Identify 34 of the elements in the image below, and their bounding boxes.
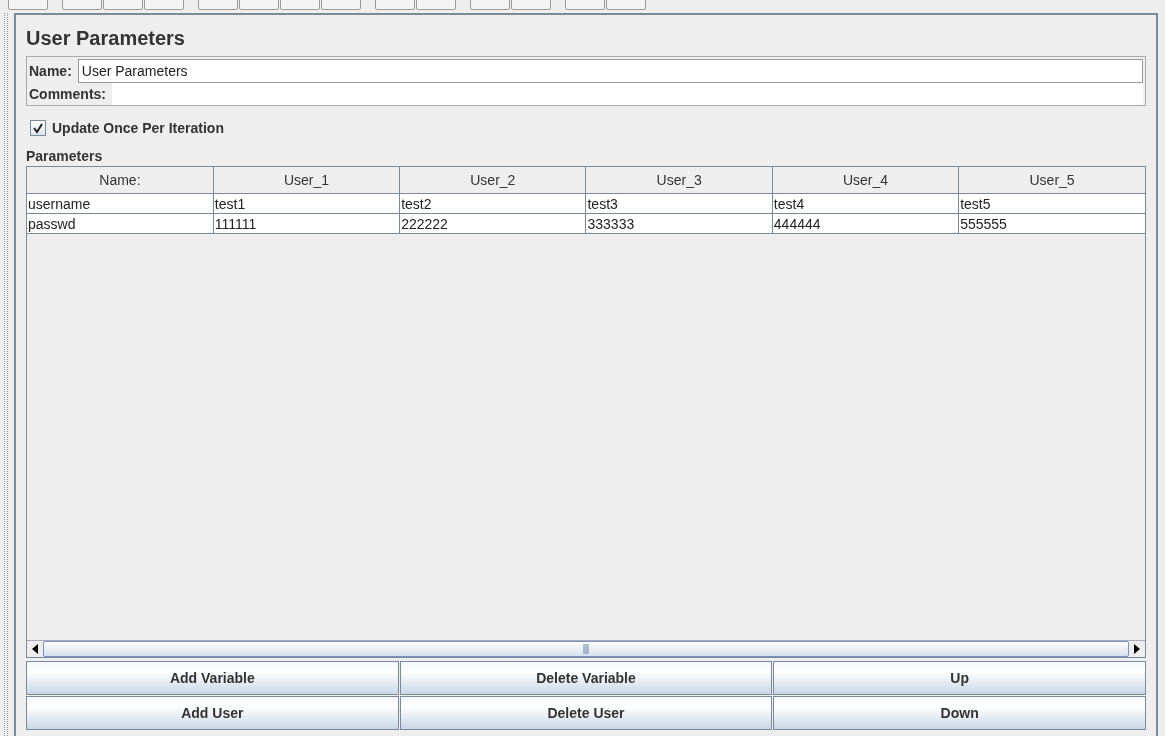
column-header[interactable]: User_5 bbox=[958, 167, 1145, 194]
column-header[interactable]: Name: bbox=[27, 167, 214, 194]
table-cell: test1 bbox=[213, 193, 400, 214]
grip-icon bbox=[583, 644, 589, 654]
table-cell: passwd bbox=[27, 213, 214, 234]
table-cell: test2 bbox=[399, 193, 586, 214]
table-cell: 555555 bbox=[958, 213, 1145, 234]
action-button[interactable]: Delete User bbox=[399, 696, 773, 730]
column-header[interactable]: User_1 bbox=[213, 167, 400, 194]
comments-label: Comments: bbox=[28, 86, 107, 102]
action-button[interactable]: Delete Variable bbox=[399, 661, 773, 695]
column-header[interactable]: User_2 bbox=[399, 167, 586, 194]
action-button[interactable]: Add User bbox=[26, 696, 399, 730]
table-cell: username bbox=[27, 193, 214, 214]
comments-field[interactable] bbox=[112, 83, 1143, 105]
splitter-handle[interactable] bbox=[4, 13, 8, 736]
table-cell: test3 bbox=[586, 193, 773, 214]
checkbox[interactable] bbox=[30, 120, 46, 136]
checkbox-label: Update Once Per Iteration bbox=[52, 120, 224, 136]
column-header[interactable]: User_4 bbox=[772, 167, 959, 194]
name-field[interactable]: User Parameters bbox=[77, 59, 1143, 83]
table-cell: 111111 bbox=[213, 213, 400, 234]
table-cell: 222222 bbox=[399, 213, 586, 234]
section-label: Parameters bbox=[26, 148, 104, 164]
action-button[interactable]: Up bbox=[773, 661, 1146, 695]
table-cell: test5 bbox=[958, 193, 1145, 214]
action-button[interactable]: Down bbox=[773, 696, 1146, 730]
name-label: Name: bbox=[28, 63, 73, 79]
column-header[interactable]: User_3 bbox=[586, 167, 773, 194]
action-button[interactable]: Add Variable bbox=[26, 661, 399, 695]
table-cell: test4 bbox=[772, 193, 959, 214]
table-cell: 444444 bbox=[772, 213, 959, 234]
panel-title: User Parameters bbox=[26, 27, 186, 50]
table-cell: 333333 bbox=[586, 213, 773, 234]
